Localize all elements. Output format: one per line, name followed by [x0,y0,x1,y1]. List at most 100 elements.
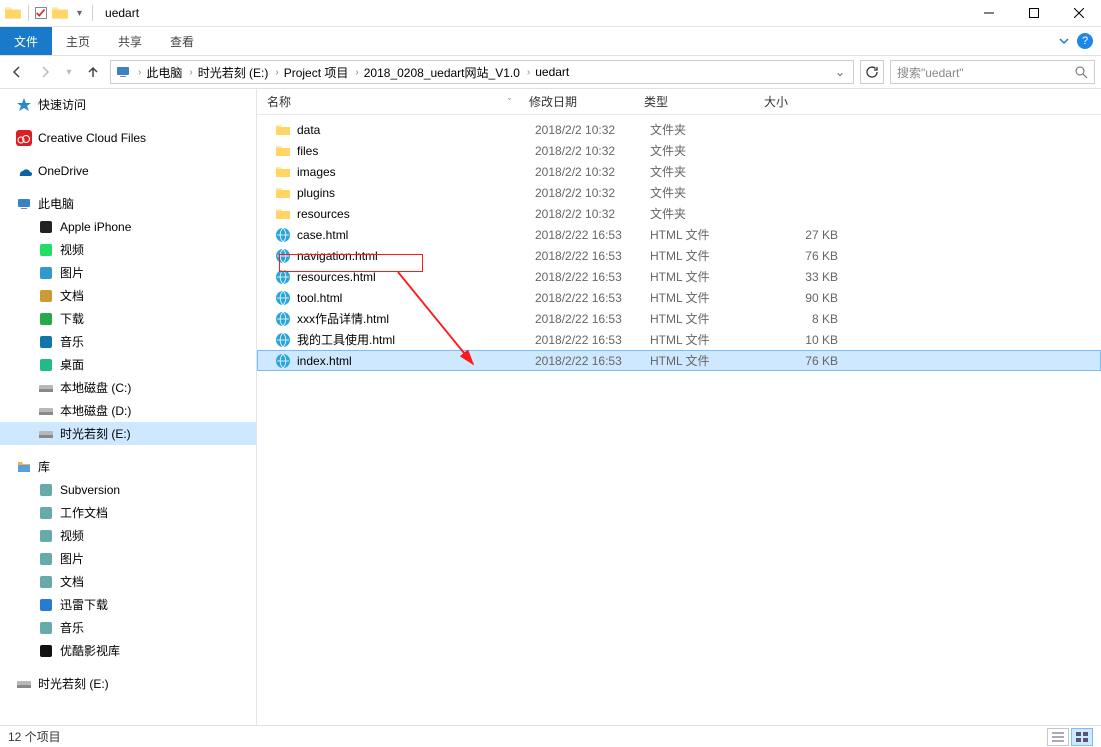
file-row[interactable]: xxx作品详情.html2018/2/22 16:53HTML 文件8 KB [257,308,1101,329]
tree-item[interactable]: 图片 [0,261,256,284]
file-row[interactable]: navigation.html2018/2/22 16:53HTML 文件76 … [257,245,1101,266]
file-row[interactable]: 我的工具使用.html2018/2/22 16:53HTML 文件10 KB [257,329,1101,350]
tree-item[interactable]: 迅雷下载 [0,593,256,616]
file-row[interactable]: files2018/2/2 10:32文件夹 [257,140,1101,161]
search-placeholder: 搜索"uedart" [897,64,964,81]
chevron-right-icon[interactable]: › [184,67,197,78]
file-row[interactable]: resources.html2018/2/22 16:53HTML 文件33 K… [257,266,1101,287]
tree-item[interactable]: 优酷影视库 [0,639,256,662]
tree-item[interactable]: 音乐 [0,616,256,639]
up-button[interactable] [82,61,104,83]
tree-item[interactable]: 下载 [0,307,256,330]
tree-item[interactable]: Subversion [0,478,256,501]
tree-item[interactable]: 时光若刻 (E:) [0,422,256,445]
folder-icon [51,4,69,22]
view-details-button[interactable] [1047,728,1069,746]
column-headers[interactable]: 名称ˇ 修改日期 类型 大小 [257,89,1101,115]
crumb-version[interactable]: 2018_0208_uedart网站_V1.0 [364,64,520,81]
tree-item[interactable]: Apple iPhone [0,215,256,238]
tree-drive-bottom[interactable]: 时光若刻 (E:) [0,672,256,695]
chevron-right-icon[interactable]: › [350,67,363,78]
crumb-thispc[interactable]: 此电脑 [146,64,182,81]
minimize-button[interactable] [966,0,1011,27]
file-size: 76 KB [770,249,860,263]
tree-label: 桌面 [60,356,84,373]
file-type: 文件夹 [650,121,770,138]
file-name: plugins [297,186,535,200]
crumb-current[interactable]: uedart [535,65,569,79]
file-name: index.html [297,354,535,368]
tree-quick-access[interactable]: 快速访问 [0,93,256,116]
tree-item[interactable]: 视频 [0,524,256,547]
tree-creative-cloud[interactable]: Creative Cloud Files [0,126,256,149]
search-icon[interactable] [1074,65,1088,79]
file-date: 2018/2/2 10:32 [535,144,650,158]
tree-item[interactable]: 工作文档 [0,501,256,524]
crumb-drive[interactable]: 时光若刻 (E:) [198,64,269,81]
window-title: uedart [105,6,139,20]
tree-item[interactable]: 文档 [0,284,256,307]
file-date: 2018/2/22 16:53 [535,228,650,242]
tree-label: 视频 [60,241,84,258]
tree-this-pc[interactable]: 此电脑 [0,192,256,215]
column-type[interactable]: 类型 [634,93,754,110]
tab-home[interactable]: 主页 [52,27,104,55]
tree-label: 此电脑 [38,195,74,212]
maximize-button[interactable] [1011,0,1056,27]
chevron-right-icon[interactable]: › [270,67,283,78]
file-row[interactable]: plugins2018/2/2 10:32文件夹 [257,182,1101,203]
tree-item[interactable]: 本地磁盘 (C:) [0,376,256,399]
help-icon[interactable]: ? [1077,33,1093,49]
file-date: 2018/2/2 10:32 [535,186,650,200]
tree-item[interactable]: 音乐 [0,330,256,353]
qat-checkbox[interactable] [35,7,47,19]
column-size[interactable]: 大小 [754,93,1101,110]
close-button[interactable] [1056,0,1101,27]
file-size: 8 KB [770,312,860,326]
file-row[interactable]: tool.html2018/2/22 16:53HTML 文件90 KB [257,287,1101,308]
view-icons-button[interactable] [1071,728,1093,746]
navigation-tree[interactable]: 快速访问 Creative Cloud Files OneDrive 此电脑 A… [0,89,257,725]
tab-share[interactable]: 共享 [104,27,156,55]
refresh-button[interactable] [860,60,884,84]
back-button[interactable] [6,61,28,83]
tree-label: OneDrive [38,164,89,178]
tree-item[interactable]: 本地磁盘 (D:) [0,399,256,422]
file-row[interactable]: index.html2018/2/22 16:53HTML 文件76 KB [257,350,1101,371]
tree-item[interactable]: 文档 [0,570,256,593]
tree-label: 本地磁盘 (C:) [60,379,131,396]
file-row[interactable]: resources2018/2/2 10:32文件夹 [257,203,1101,224]
tree-onedrive[interactable]: OneDrive [0,159,256,182]
search-input[interactable]: 搜索"uedart" [890,60,1095,84]
tree-item[interactable]: 图片 [0,547,256,570]
file-tab[interactable]: 文件 [0,27,52,55]
crumb-project[interactable]: Project 项目 [284,64,349,81]
file-type: HTML 文件 [650,310,770,327]
file-row[interactable]: data2018/2/2 10:32文件夹 [257,119,1101,140]
file-date: 2018/2/22 16:53 [535,291,650,305]
qat-dropdown-icon[interactable]: ▾ [73,8,86,19]
tree-libraries[interactable]: 库 [0,455,256,478]
tree-item[interactable]: 桌面 [0,353,256,376]
file-name: 我的工具使用.html [297,331,535,348]
file-name: navigation.html [297,249,535,263]
tree-label: 音乐 [60,333,84,350]
file-date: 2018/2/22 16:53 [535,333,650,347]
file-row[interactable]: images2018/2/2 10:32文件夹 [257,161,1101,182]
address-bar[interactable]: ›此电脑 ›时光若刻 (E:) ›Project 项目 ›2018_0208_u… [110,60,854,84]
address-dropdown-icon[interactable]: ⌄ [831,65,849,79]
chevron-right-icon[interactable]: › [522,67,535,78]
file-type: HTML 文件 [650,331,770,348]
forward-button[interactable] [34,61,56,83]
file-row[interactable]: case.html2018/2/22 16:53HTML 文件27 KB [257,224,1101,245]
ribbon-expand-icon[interactable] [1059,36,1069,46]
file-list[interactable]: data2018/2/2 10:32文件夹files2018/2/2 10:32… [257,115,1101,725]
chevron-right-icon[interactable]: › [133,67,146,78]
tab-view[interactable]: 查看 [156,27,208,55]
recent-dropdown[interactable]: ▾ [62,61,76,83]
column-name[interactable]: 名称ˇ [257,93,519,110]
file-size: 27 KB [770,228,860,242]
tree-item[interactable]: 视频 [0,238,256,261]
file-name: xxx作品详情.html [297,310,535,327]
column-date[interactable]: 修改日期 [519,93,634,110]
